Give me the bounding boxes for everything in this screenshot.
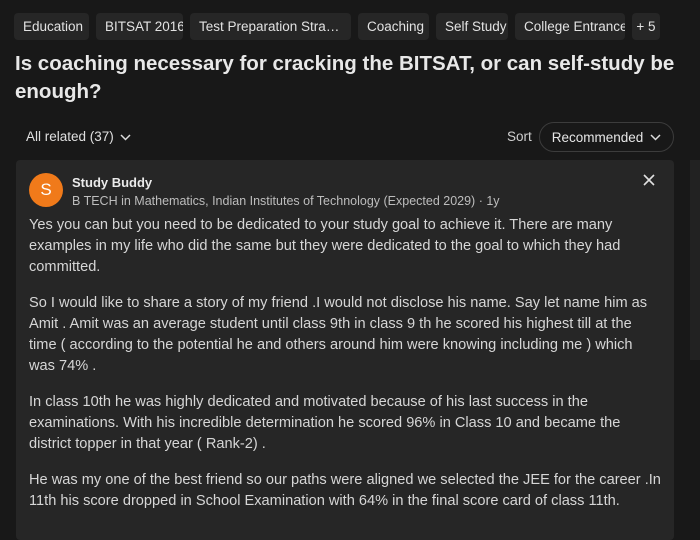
more-topics-button[interactable]: + 5 bbox=[632, 13, 660, 40]
author-credential: B TECH in Mathematics, Indian Institutes… bbox=[72, 194, 500, 208]
filter-bar: All related (37) Sort Recommended bbox=[15, 122, 675, 154]
topic-chip-college-entrance[interactable]: College Entrance E bbox=[515, 13, 625, 40]
chevron-down-icon bbox=[650, 133, 661, 141]
answer-body: Yes you can but you need to be dedicated… bbox=[29, 215, 661, 527]
author-name[interactable]: Study Buddy bbox=[72, 175, 152, 190]
close-icon[interactable] bbox=[640, 171, 658, 189]
answer-card: S Study Buddy B TECH in Mathematics, Ind… bbox=[16, 160, 674, 540]
chevron-down-icon bbox=[120, 133, 131, 141]
topic-chip-education[interactable]: Education bbox=[14, 13, 89, 40]
all-related-dropdown[interactable]: All related (37) bbox=[26, 122, 131, 152]
topic-chip-self-study[interactable]: Self Study bbox=[436, 13, 508, 40]
answer-paragraph: Yes you can but you need to be dedicated… bbox=[29, 217, 621, 275]
answer-paragraph: He was my one of the best friend so our … bbox=[29, 472, 661, 509]
answer-paragraph: In class 10th he was highly dedicated an… bbox=[29, 394, 621, 452]
sort-value: Recommended bbox=[551, 129, 644, 145]
question-title: Is coaching necessary for cracking the B… bbox=[15, 52, 675, 103]
topic-chip-coaching[interactable]: Coaching bbox=[358, 13, 429, 40]
avatar[interactable]: S bbox=[29, 173, 63, 207]
answer-paragraph: So I would like to share a story of my f… bbox=[29, 295, 648, 374]
sort-label: Sort bbox=[507, 129, 532, 144]
sort-dropdown[interactable]: Recommended bbox=[539, 122, 674, 152]
topic-chips: Education BITSAT 2016 Test Preparation S… bbox=[14, 13, 660, 40]
right-edge-panel bbox=[690, 160, 700, 360]
topic-chip-bitsat-2016[interactable]: BITSAT 2016 bbox=[96, 13, 183, 40]
all-related-label: All related (37) bbox=[26, 129, 114, 144]
topic-chip-test-preparation[interactable]: Test Preparation Strategi... bbox=[190, 13, 351, 40]
